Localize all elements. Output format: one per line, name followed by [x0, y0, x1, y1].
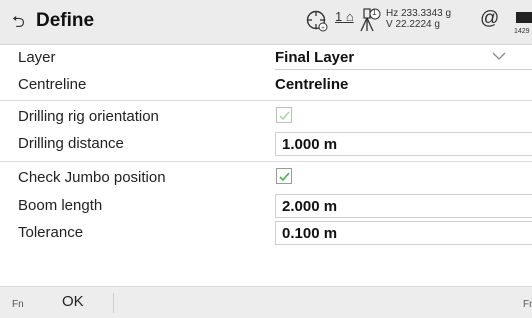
softkey-bar: Fn OK Fn [0, 286, 532, 318]
instrument-tripod-icon[interactable] [357, 6, 381, 34]
drilling-distance-label: Drilling distance [18, 135, 124, 152]
tolerance-label: Tolerance [18, 224, 84, 241]
checkmark-icon [279, 111, 290, 121]
hz-readout: Hz 233.3343 g [386, 8, 452, 19]
tolerance-row: Tolerance 0.100 m [0, 220, 532, 246]
tolerance-value: 0.100 m [282, 225, 338, 242]
fn-key-right[interactable]: Fn [523, 299, 532, 310]
drilling-rig-orientation-checkbox[interactable] [276, 107, 292, 123]
centreline-label: Centreline [18, 76, 87, 93]
reflector-status[interactable]: 1 ⌂ [335, 9, 354, 24]
boom-length-label: Boom length [18, 197, 103, 214]
title-bar: ⮌ Define + 1 ⌂ 1 Hz 233.3343 g V 22.2224… [0, 0, 532, 45]
target-crosshair-icon[interactable]: + [305, 9, 329, 33]
layer-label: Layer [18, 49, 56, 66]
section-divider [0, 161, 532, 162]
layer-row: Layer Final Layer [0, 45, 532, 71]
boom-length-row: Boom length 2.000 m [0, 193, 532, 219]
v-readout: V 22.2224 g [386, 19, 440, 30]
tolerance-input[interactable]: 0.100 m [275, 221, 532, 245]
boom-length-value: 2.000 m [282, 198, 338, 215]
check-jumbo-position-label: Check Jumbo position [18, 169, 166, 186]
checkmark-icon [279, 172, 290, 182]
back-arrow-icon[interactable]: ⮌ [12, 11, 25, 38]
instrument-badge: 1 [372, 8, 377, 17]
section-divider [0, 100, 532, 101]
check-jumbo-position-row: Check Jumbo position [0, 165, 532, 191]
drilling-distance-row: Drilling distance 1.000 m [0, 131, 532, 157]
angle-readout: Hz 233.3343 g V 22.2224 g [386, 8, 451, 30]
page-title: Define [36, 10, 95, 31]
layer-dropdown[interactable]: Final Layer [275, 46, 532, 70]
chevron-down-icon[interactable] [492, 49, 506, 64]
drilling-rig-orientation-row: Drilling rig orientation [0, 104, 532, 130]
at-icon[interactable]: @ [480, 8, 499, 30]
ok-button[interactable]: OK [44, 293, 114, 313]
check-jumbo-position-checkbox[interactable] [276, 168, 292, 184]
battery-icon [516, 12, 532, 23]
battery-time: 1429 [514, 28, 530, 35]
layer-value: Final Layer [275, 49, 355, 66]
boom-length-input[interactable]: 2.000 m [275, 194, 532, 218]
fn-key-left[interactable]: Fn [12, 299, 24, 310]
drilling-distance-value: 1.000 m [282, 136, 338, 153]
centreline-value: Centreline [275, 76, 349, 93]
centreline-field: Centreline [275, 73, 532, 97]
reflector-label: 1 [335, 9, 343, 24]
drilling-distance-input[interactable]: 1.000 m [275, 132, 532, 156]
svg-text:+: + [321, 26, 325, 32]
drilling-rig-orientation-label: Drilling rig orientation [18, 108, 159, 125]
centreline-row: Centreline Centreline [0, 72, 532, 98]
